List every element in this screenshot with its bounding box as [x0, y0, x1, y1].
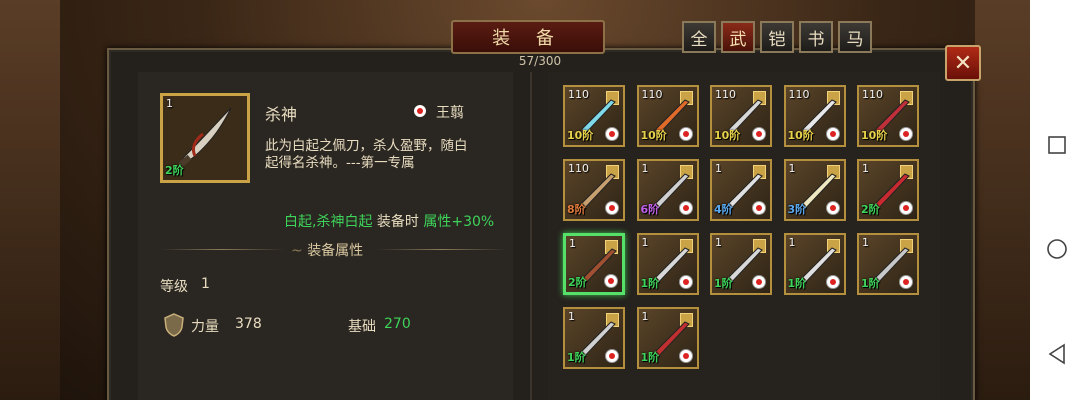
- equipment-slot[interactable]: 1 1阶: [563, 307, 625, 369]
- equipment-slot[interactable]: 110 10阶: [563, 85, 625, 147]
- owner-badge-icon: [604, 274, 618, 288]
- slot-star-label: 10阶: [861, 129, 888, 142]
- equipment-slot[interactable]: 1 2阶: [563, 233, 625, 295]
- owner-badge-icon: [678, 275, 693, 289]
- owner-badge-icon: [752, 275, 766, 289]
- slot-star-label: 1阶: [787, 277, 807, 290]
- panel-title: 装 备: [451, 20, 605, 54]
- tab-all[interactable]: 全: [682, 21, 716, 53]
- level-label: 等级: [160, 279, 188, 295]
- item-level-badge: 1: [166, 97, 173, 110]
- close-icon: ✕: [953, 50, 973, 76]
- owner-icon: [414, 105, 426, 117]
- base-value: 270: [384, 316, 411, 332]
- inventory-capacity: 57/300: [518, 54, 562, 68]
- home-icon: [1047, 239, 1067, 259]
- equipment-slot[interactable]: 110 10阶: [636, 85, 699, 147]
- bonus-condition: 装备时: [372, 214, 424, 230]
- home-button[interactable]: [1045, 237, 1069, 261]
- slot-star-label: 10阶: [567, 129, 594, 142]
- slot-star-label: 2阶: [568, 276, 587, 289]
- owner-badge-icon: [825, 275, 840, 289]
- game-screen: 装 备 全 武 铠 书 马 ✕ 57/300 1 2阶 杀神 王翦 此为白起之佩…: [0, 0, 1083, 400]
- selected-item-icon: 1 2阶: [160, 93, 250, 183]
- equipment-slot[interactable]: 1 2阶: [857, 159, 919, 221]
- equipment-slot[interactable]: 1 1阶: [710, 233, 772, 295]
- slot-star-label: 3阶: [787, 203, 807, 216]
- power-value: 378: [235, 316, 262, 332]
- owner-badge-icon: [899, 201, 913, 215]
- equipment-slot[interactable]: 1 1阶: [636, 307, 699, 369]
- tab-book[interactable]: 书: [799, 21, 833, 53]
- owner-badge-icon: [752, 201, 766, 215]
- section-divider-left: [160, 249, 285, 250]
- slot-star-label: 1阶: [861, 277, 880, 290]
- owner-badge-icon: [678, 127, 693, 141]
- equipment-slot[interactable]: 1 1阶: [857, 233, 919, 295]
- slot-star-label: 10阶: [640, 129, 667, 142]
- equipment-slot[interactable]: 1 3阶: [783, 159, 846, 221]
- equipment-slot[interactable]: 110 10阶: [857, 85, 919, 147]
- owner-badge-icon: [899, 275, 913, 289]
- owner-badge-icon: [752, 127, 766, 141]
- power-label: 力量: [191, 319, 219, 335]
- bonus-effect: 属性+30%: [423, 214, 495, 230]
- section-divider-right: [376, 249, 506, 250]
- slot-star-label: 2阶: [861, 203, 880, 216]
- item-owner: 王翦: [436, 105, 464, 121]
- back-icon: [1048, 343, 1065, 365]
- owner-badge-icon: [605, 349, 619, 363]
- slot-star-label: 1阶: [640, 277, 660, 290]
- equipment-slot[interactable]: 110 10阶: [710, 85, 772, 147]
- slot-star-label: 4阶: [714, 203, 733, 216]
- base-label: 基础: [348, 319, 376, 335]
- set-bonus-line: 白起,杀神白起 装备时 属性+30%: [284, 211, 494, 231]
- tab-weapon[interactable]: 武: [721, 21, 755, 53]
- shield-icon: [164, 313, 184, 337]
- slot-star-label: 1阶: [714, 277, 733, 290]
- back-button[interactable]: [1045, 342, 1069, 366]
- owner-badge-icon: [678, 349, 693, 363]
- level-value: 1: [201, 276, 210, 292]
- equipment-slot[interactable]: 1 1阶: [636, 233, 699, 295]
- slot-star-label: 1阶: [640, 351, 660, 364]
- slot-star-label: 8阶: [567, 203, 586, 216]
- equipment-slot[interactable]: 1 6阶: [636, 159, 699, 221]
- close-button[interactable]: ✕: [945, 45, 981, 81]
- item-name: 杀神: [265, 105, 298, 124]
- owner-badge-icon: [825, 127, 840, 141]
- recent-apps-button[interactable]: [1045, 133, 1069, 157]
- owner-badge-icon: [825, 201, 840, 215]
- android-navigation-bar: [1030, 0, 1083, 400]
- slot-star-label: 10阶: [787, 129, 814, 142]
- owner-badge-icon: [899, 127, 913, 141]
- owner-badge-icon: [605, 201, 619, 215]
- background-art-left: [0, 0, 60, 400]
- pane-divider: [530, 72, 532, 400]
- tab-horse[interactable]: 马: [838, 21, 872, 53]
- equipment-slot[interactable]: 1 1阶: [783, 233, 846, 295]
- slot-star-label: 1阶: [567, 351, 586, 364]
- equipment-slot[interactable]: 1 4阶: [710, 159, 772, 221]
- tab-armor[interactable]: 铠: [760, 21, 794, 53]
- equipment-slot[interactable]: 110 10阶: [783, 85, 846, 147]
- background-art-right: [975, 0, 1030, 400]
- owner-badge-icon: [605, 127, 619, 141]
- owner-badge-icon: [678, 201, 693, 215]
- item-star-label: 2阶: [165, 164, 184, 177]
- equipment-slot[interactable]: 110 8阶: [563, 159, 625, 221]
- recent-apps-icon: [1048, 136, 1066, 154]
- bonus-heroes: 白起,杀神白起: [284, 214, 373, 230]
- slot-star-label: 6阶: [640, 203, 660, 216]
- slot-star-label: 10阶: [714, 129, 741, 142]
- section-title: ~ 装备属性: [291, 243, 364, 259]
- item-description-line2: 起得名杀神。---第一专属: [265, 155, 415, 171]
